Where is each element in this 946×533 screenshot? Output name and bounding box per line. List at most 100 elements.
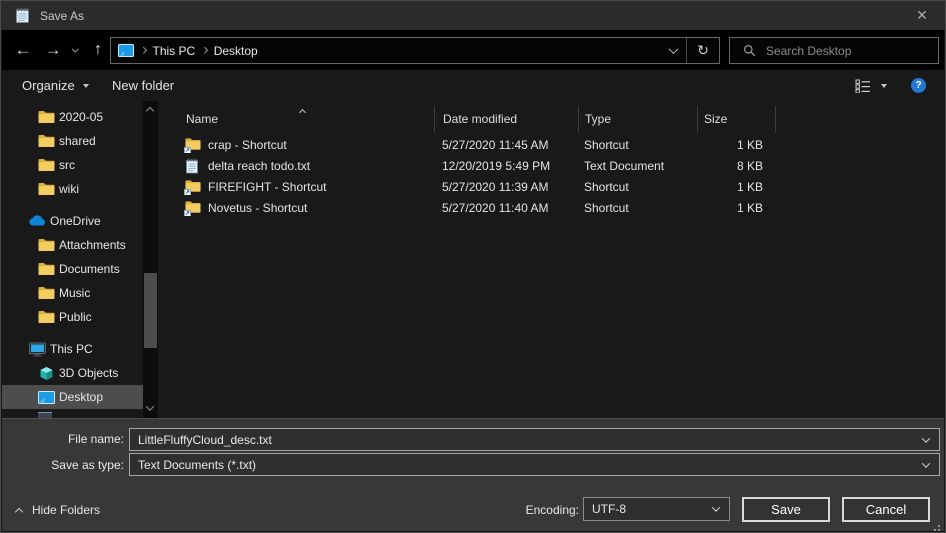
back-button[interactable]: ←	[10, 30, 36, 70]
sidebar-item-onedrive[interactable]: OneDrive	[2, 209, 143, 233]
sidebar-item-partial[interactable]	[2, 409, 143, 418]
sidebar-item-attachments[interactable]: Attachments	[2, 233, 143, 257]
search-box[interactable]: Search Desktop	[729, 37, 939, 64]
search-input[interactable]: Search Desktop	[766, 44, 851, 58]
desktop-icon	[37, 389, 55, 406]
up-button[interactable]: ↑	[86, 30, 110, 70]
hide-folders-label: Hide Folders	[32, 503, 100, 517]
text-document-icon	[185, 158, 201, 174]
file-name-input[interactable]: LittleFluffyCloud_desc.txt	[129, 428, 940, 451]
organize-label: Organize	[22, 78, 75, 93]
onedrive-cloud-icon	[28, 213, 46, 230]
file-name: FIREFIGHT - Shortcut	[208, 180, 326, 194]
view-options-chevron[interactable]	[881, 84, 887, 88]
sidebar-item-this-pc[interactable]: This PC	[2, 337, 143, 361]
search-icon	[743, 44, 756, 57]
sidebar-item-label: Documents	[59, 262, 120, 276]
column-header-type[interactable]: Type	[578, 106, 697, 133]
chevron-down-icon	[668, 44, 678, 54]
close-button[interactable]: ✕	[899, 1, 945, 30]
encoding-label: Encoding:	[462, 503, 579, 517]
folder-shortcut-icon	[185, 137, 201, 153]
sidebar-item-desktop[interactable]: Desktop	[2, 385, 143, 409]
column-header-size[interactable]: Size	[697, 106, 775, 133]
shortcut-arrow-icon	[184, 210, 191, 216]
save-as-type-select[interactable]: Text Documents (*.txt)	[129, 453, 940, 476]
file-date: 5/27/2020 11:45 AM	[434, 138, 578, 152]
folder-icon	[37, 309, 55, 326]
this-pc-monitor-icon	[118, 44, 134, 57]
scrollbar-thumb[interactable]	[144, 273, 157, 348]
toolbar-right-group: ?	[855, 70, 944, 101]
address-history-button[interactable]	[660, 47, 686, 54]
file-name: crap - Shortcut	[208, 138, 287, 152]
close-icon: ✕	[916, 7, 928, 24]
sidebar-item-src[interactable]: src	[2, 153, 143, 177]
sidebar-item-label: src	[59, 158, 75, 172]
scroll-up-icon[interactable]	[146, 107, 154, 115]
sidebar-item-3d-objects[interactable]: 3D Objects	[2, 361, 143, 385]
sidebar-item-public[interactable]: Public	[2, 305, 143, 329]
organize-button[interactable]: Organize	[22, 70, 89, 101]
file-name-label: File name:	[2, 432, 124, 446]
dropdown-triangle-icon	[83, 84, 89, 88]
resize-grip-icon[interactable]	[938, 525, 940, 527]
file-date: 12/20/2019 5:49 PM	[434, 159, 578, 173]
file-name: delta reach todo.txt	[208, 159, 310, 173]
chevron-down-icon[interactable]	[922, 434, 930, 442]
file-size: 8 KB	[697, 159, 775, 173]
file-date: 5/27/2020 11:39 AM	[434, 180, 578, 194]
help-icon[interactable]: ?	[911, 78, 926, 93]
sidebar-scrollbar[interactable]	[143, 101, 158, 418]
file-type: Shortcut	[578, 180, 697, 194]
breadcrumb-desktop[interactable]: Desktop	[211, 44, 261, 58]
folder-icon	[37, 261, 55, 278]
sidebar-item-label: wiki	[59, 182, 79, 196]
cancel-button[interactable]: Cancel	[842, 497, 930, 522]
file-name: Novetus - Shortcut	[208, 201, 307, 215]
folder-icon	[37, 109, 55, 126]
sidebar-item-documents[interactable]: Documents	[2, 257, 143, 281]
file-row[interactable]: Novetus - Shortcut 5/27/2020 11:40 AM Sh…	[162, 197, 944, 218]
address-bar[interactable]: This PC Desktop ↻	[110, 37, 720, 64]
forward-arrow-icon: →	[45, 40, 62, 60]
sidebar-item-2020-05[interactable]: 2020-05	[2, 105, 143, 129]
save-as-type-value: Text Documents (*.txt)	[138, 458, 256, 472]
sidebar-item-wiki[interactable]: wiki	[2, 177, 143, 201]
column-header-extra[interactable]	[775, 106, 944, 133]
file-row[interactable]: FIREFIGHT - Shortcut 5/27/2020 11:39 AM …	[162, 176, 944, 197]
sidebar-item-label: OneDrive	[50, 214, 101, 228]
column-header-date-modified[interactable]: Date modified	[434, 106, 578, 133]
forward-button[interactable]: →	[40, 30, 66, 70]
breadcrumb-chevron-icon	[201, 47, 207, 53]
save-as-dialog: Save As ✕ ← → ↑ This PC Desktop ↻	[0, 0, 946, 533]
encoding-select[interactable]: UTF-8	[583, 497, 730, 521]
save-button[interactable]: Save	[742, 497, 830, 522]
file-list: Name Date modified Type Size crap - Shor…	[162, 101, 944, 418]
breadcrumb-this-pc[interactable]: This PC	[150, 44, 199, 58]
hide-folders-button[interactable]: Hide Folders	[16, 503, 100, 517]
folder-icon	[37, 285, 55, 302]
refresh-button[interactable]: ↻	[687, 42, 719, 59]
chevron-down-icon[interactable]	[922, 459, 930, 467]
chevron-down-icon	[72, 45, 78, 51]
column-header-name[interactable]: Name	[162, 106, 434, 133]
cube-3d-icon	[37, 365, 55, 382]
folder-tree: 2020-05 shared src wiki OneDrive Attachm…	[2, 101, 162, 418]
refresh-icon: ↻	[697, 42, 709, 58]
sidebar-item-music[interactable]: Music	[2, 281, 143, 305]
file-row[interactable]: delta reach todo.txt 12/20/2019 5:49 PM …	[162, 155, 944, 176]
sidebar-item-shared[interactable]: shared	[2, 129, 143, 153]
computer-icon	[28, 341, 46, 358]
back-arrow-icon: ←	[15, 40, 32, 60]
details-view-icon[interactable]	[855, 79, 871, 93]
dropdown-triangle-icon	[881, 84, 887, 88]
file-row[interactable]: crap - Shortcut 5/27/2020 11:45 AM Short…	[162, 134, 944, 155]
command-toolbar: Organize New folder ?	[2, 70, 944, 101]
folder-shortcut-icon	[185, 179, 201, 195]
file-name-value: LittleFluffyCloud_desc.txt	[138, 433, 272, 447]
new-folder-button[interactable]: New folder	[112, 70, 174, 101]
recent-locations-button[interactable]	[66, 30, 84, 70]
sidebar-item-label: 3D Objects	[59, 366, 118, 380]
scroll-down-icon[interactable]	[146, 402, 154, 410]
